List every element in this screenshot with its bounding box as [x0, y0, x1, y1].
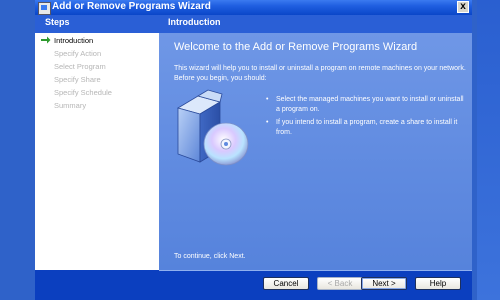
help-button[interactable]: Help	[415, 277, 461, 290]
requirements-list: Select the managed machines you want to …	[266, 95, 466, 141]
content-header-label: Introduction	[168, 17, 221, 27]
step-specify-action: Specify Action	[54, 49, 102, 58]
list-item: If you intend to install a program, crea…	[266, 118, 466, 138]
back-button[interactable]: < Back	[317, 277, 363, 290]
step-specify-share: Specify Share	[54, 75, 101, 84]
step-summary: Summary	[54, 101, 87, 110]
step-introduction: Introduction	[54, 36, 94, 45]
intro-text: This wizard will help you to install or …	[174, 65, 466, 82]
title-bar[interactable]: Add or Remove Programs Wizard x	[35, 0, 472, 15]
wizard-window: Add or Remove Programs Wizard x Steps In…	[35, 0, 472, 300]
green-arrow-icon	[41, 36, 51, 44]
continue-instruction: To continue, click Next.	[174, 253, 246, 260]
step-specify-schedule: Specify Schedule	[54, 88, 112, 97]
content-header: Introduction	[159, 15, 472, 33]
divider	[159, 270, 472, 271]
close-button[interactable]: x	[457, 1, 469, 13]
content-panel: Welcome to the Add or Remove Programs Wi…	[159, 33, 472, 270]
welcome-heading: Welcome to the Add or Remove Programs Wi…	[174, 41, 418, 53]
window-title: Add or Remove Programs Wizard	[52, 1, 211, 12]
list-item: Select the managed machines you want to …	[266, 95, 466, 115]
button-bar: Cancel < Back Next > Help	[35, 270, 472, 300]
cancel-button[interactable]: Cancel	[263, 277, 309, 290]
steps-header: Steps	[35, 15, 159, 33]
app-icon	[38, 2, 51, 15]
next-button[interactable]: Next >	[361, 277, 407, 290]
software-box-cd-icon	[176, 89, 249, 166]
step-select-program: Select Program	[54, 62, 106, 71]
steps-header-label: Steps	[45, 17, 70, 27]
steps-panel: Introduction Specify Action Select Progr…	[35, 33, 159, 270]
desktop-background	[477, 0, 500, 300]
